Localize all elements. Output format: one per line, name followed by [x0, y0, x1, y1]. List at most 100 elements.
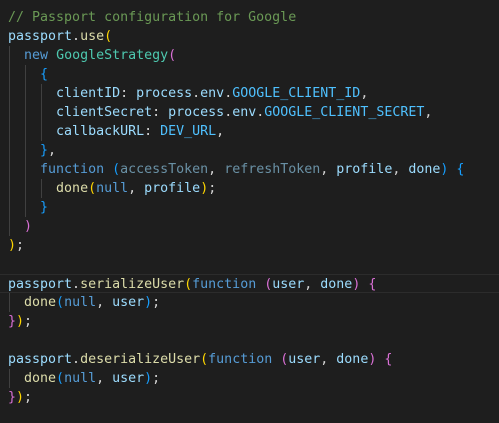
code-token: user [112, 295, 145, 310]
indent-guide [25, 160, 26, 179]
code-token: , [216, 124, 225, 139]
code-token: ) [144, 371, 153, 386]
code-token: callbackURL [56, 124, 145, 139]
indent-guide [25, 198, 26, 217]
indent-guide [9, 65, 10, 84]
code-token: passport [8, 29, 73, 44]
code-token: ( [112, 162, 121, 177]
code-line[interactable]: callbackURL: DEV_URL, [0, 122, 499, 141]
code-editor[interactable]: // Passport configuration for Google pass… [0, 8, 499, 407]
code-token: : [120, 86, 137, 101]
code-token: user [272, 277, 305, 292]
indent-guide [9, 369, 10, 388]
code-token: . [224, 105, 233, 120]
code-line[interactable]: passport.deserializeUser(function (user,… [0, 350, 499, 369]
code-token: GOOGLE_CLIENT_ID [232, 86, 361, 101]
code-token: . [72, 29, 81, 44]
code-token: . [72, 352, 81, 367]
code-token: , [96, 371, 113, 386]
indent-guide [9, 141, 10, 160]
code-line[interactable]: done(null, profile); [0, 179, 499, 198]
code-line[interactable]: { [0, 65, 499, 84]
code-token: ; [24, 314, 33, 329]
code-line[interactable]: } [0, 198, 499, 217]
code-token: process [168, 105, 225, 120]
indent-guide [9, 46, 10, 65]
indent-guide [25, 84, 26, 103]
indent-guide [9, 293, 10, 312]
code-token: refreshToken [224, 162, 321, 177]
code-token: GoogleStrategy [56, 48, 169, 63]
code-token: done [408, 162, 441, 177]
code-token: user [112, 371, 145, 386]
code-line[interactable]: clientSecret: process.env.GOOGLE_CLIENT_… [0, 103, 499, 122]
code-line[interactable]: new GoogleStrategy( [0, 46, 499, 65]
code-token: } [8, 390, 17, 405]
code-token: } [8, 314, 17, 329]
code-token: ( [104, 29, 113, 44]
code-token: . [72, 277, 81, 292]
code-token: null [64, 371, 97, 386]
code-line[interactable]: done(null, user); [0, 369, 499, 388]
code-line[interactable] [0, 255, 499, 274]
code-token: ) [16, 390, 25, 405]
code-line[interactable]: // Passport configuration for Google [0, 8, 499, 27]
code-token: passport [8, 352, 73, 367]
code-token: DEV_URL [160, 124, 217, 139]
code-token: user [288, 352, 321, 367]
code-token: { [40, 67, 49, 82]
code-token: { [456, 162, 465, 177]
indent-guide [41, 179, 42, 198]
code-token: , [96, 295, 113, 310]
code-line[interactable] [0, 331, 499, 350]
code-token: profile [336, 162, 393, 177]
indent-guide [41, 122, 42, 141]
code-line[interactable]: passport.serializeUser(function (user, d… [0, 274, 499, 293]
code-line[interactable]: passport.use( [0, 27, 499, 46]
code-token: . [192, 86, 201, 101]
code-token: , [320, 162, 337, 177]
code-token: GOOGLE_CLIENT_SECRET [264, 105, 425, 120]
code-token: passport [8, 277, 73, 292]
indent-guide [41, 103, 42, 122]
code-token: ; [16, 238, 25, 253]
code-token: ) [24, 219, 33, 234]
code-token: done [320, 277, 353, 292]
code-token: : [152, 105, 169, 120]
code-token: ( [56, 295, 65, 310]
code-token: ; [152, 295, 161, 310]
indent-guide [25, 179, 26, 198]
code-line[interactable]: ) [0, 217, 499, 236]
code-token: , [424, 105, 433, 120]
code-line[interactable]: function (accessToken, refreshToken, pro… [0, 160, 499, 179]
indent-guide [41, 84, 42, 103]
code-token: { [384, 352, 393, 367]
code-token: deserializeUser [80, 352, 201, 367]
indent-guide [25, 65, 26, 84]
code-line[interactable]: done(null, user); [0, 293, 499, 312]
code-token: ( [88, 181, 97, 196]
code-token: { [368, 277, 377, 292]
code-token: ) [144, 295, 153, 310]
indent-guide [9, 103, 10, 122]
code-token: clientSecret [56, 105, 153, 120]
code-token: function [192, 277, 257, 292]
code-token: profile [144, 181, 201, 196]
indent-guide [25, 103, 26, 122]
code-token: accessToken [120, 162, 209, 177]
code-token: env [200, 86, 225, 101]
indent-guide [9, 198, 10, 217]
code-token: , [320, 352, 337, 367]
code-line[interactable]: ); [0, 236, 499, 255]
code-line[interactable]: }); [0, 388, 499, 407]
code-line[interactable]: clientID: process.env.GOOGLE_CLIENT_ID, [0, 84, 499, 103]
code-line[interactable]: }, [0, 141, 499, 160]
indent-guide [25, 122, 26, 141]
code-line[interactable]: }); [0, 312, 499, 331]
